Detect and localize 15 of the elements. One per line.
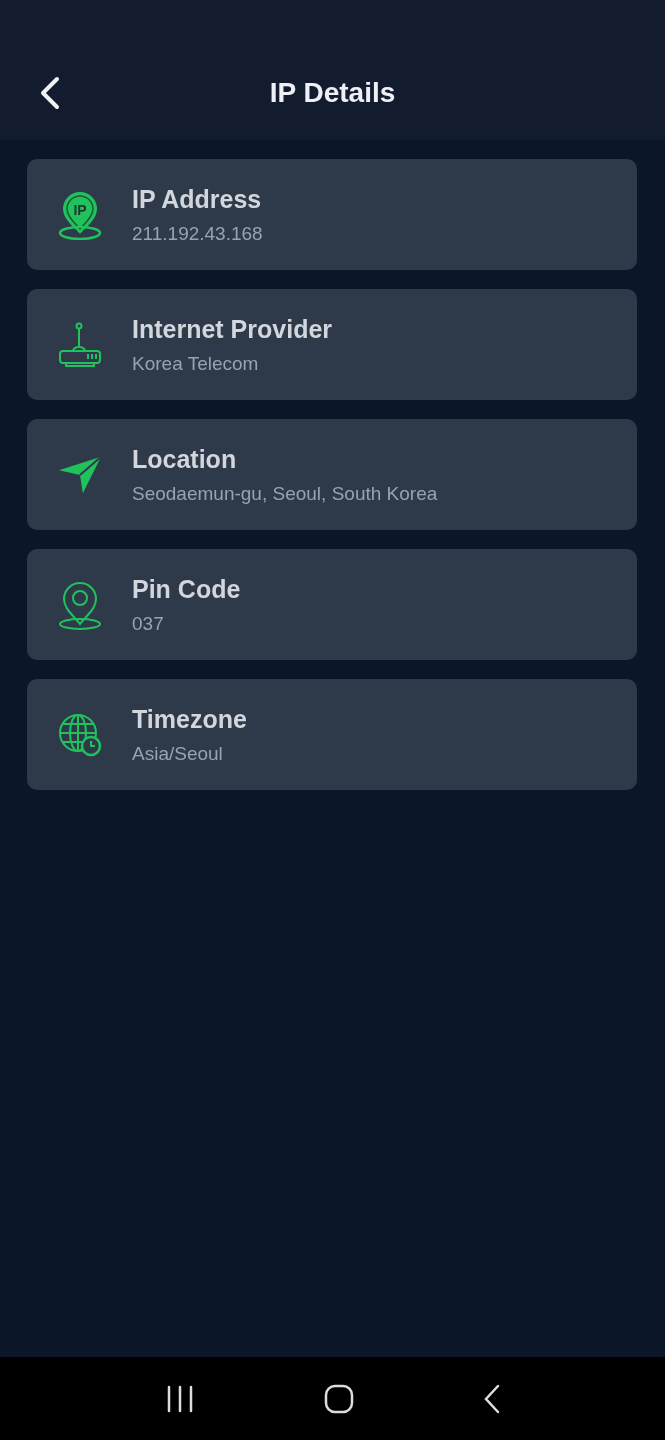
detail-label: Location [132, 444, 238, 474]
detail-label: Timezone [132, 704, 247, 734]
detail-label: Internet Provider [132, 314, 333, 344]
globe-clock-icon [58, 712, 102, 757]
detail-label: IP Address [132, 184, 263, 214]
detail-value: 211.192.43.168 [132, 222, 263, 245]
detail-value: Asia/Seoul [132, 742, 224, 765]
detail-label: Pin Code [132, 574, 241, 604]
router-icon [58, 321, 102, 368]
detail-value: Korea Telecom [132, 352, 260, 375]
location-pin-icon [58, 579, 102, 630]
navigation-arrow-icon [58, 454, 102, 495]
detail-value: 037 [132, 612, 165, 635]
page-title: IP Details [269, 76, 396, 109]
detail-value: Seodaemun-gu, Seoul, South Korea [132, 482, 438, 505]
